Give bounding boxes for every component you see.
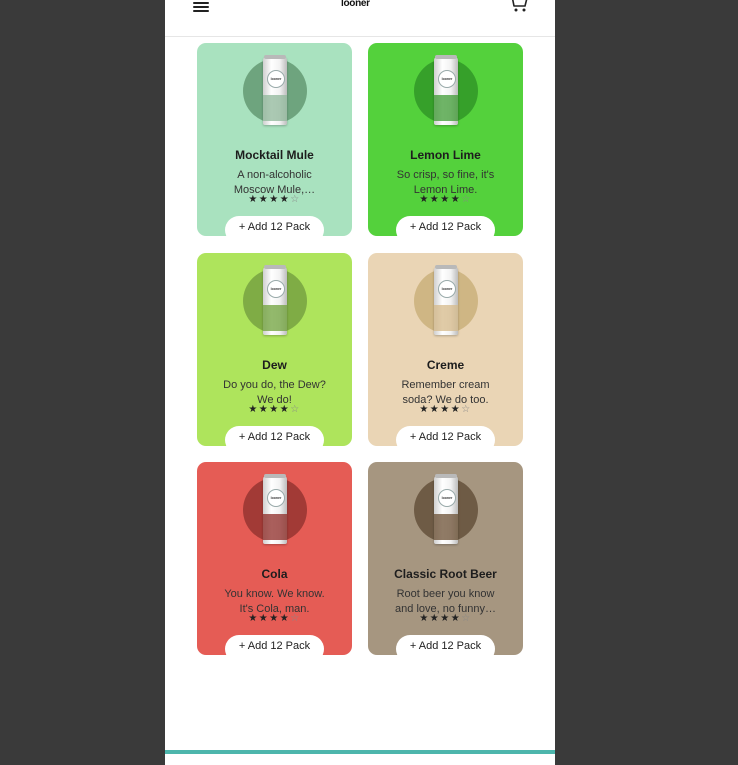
can-logo: looner [438, 70, 456, 88]
can-flavor-band [434, 514, 458, 540]
can-lid [435, 474, 457, 478]
product-name[interactable]: Dew [197, 358, 352, 372]
add-12-pack-button[interactable]: + Add 12 Pack [225, 635, 324, 655]
product-description: So crisp, so fine, it's Lemon Lime. [396, 169, 495, 196]
star-filled-icon: ★ [429, 404, 441, 415]
star-filled-icon: ★ [279, 613, 291, 624]
star-filled-icon: ★ [450, 404, 462, 415]
cart-icon[interactable] [508, 0, 530, 14]
star-filled-icon: ★ [269, 613, 280, 624]
add-12-pack-button[interactable]: + Add 12 Pack [225, 216, 324, 236]
can-flavor-band [263, 95, 287, 121]
star-rating: ★★★★☆ [197, 613, 352, 625]
star-filled-icon: ★ [440, 194, 451, 205]
product-can-image[interactable]: looner [263, 474, 287, 544]
product-can-image[interactable]: looner [434, 265, 458, 335]
product-can-image[interactable]: looner [263, 265, 287, 335]
can-flavor-band [434, 95, 458, 121]
app-screen: looner looner Mocktail Mule A non-alcoholi… [165, 0, 555, 765]
add-12-pack-button[interactable]: + Add 12 Pack [225, 426, 324, 446]
product-name[interactable]: Lemon Lime [368, 148, 523, 162]
star-rating: ★★★★☆ [197, 194, 352, 206]
star-filled-icon: ★ [258, 404, 270, 415]
star-filled-icon: ★ [258, 613, 270, 624]
can-logo: looner [267, 70, 285, 88]
add-12-pack-button[interactable]: + Add 12 Pack [396, 426, 495, 446]
can-lid [435, 265, 457, 269]
bottom-accent-bar [165, 750, 555, 754]
can-logo: looner [438, 489, 456, 507]
product-name[interactable]: Cola [197, 567, 352, 581]
can-logo: looner [267, 280, 285, 298]
star-filled-icon: ★ [258, 194, 270, 205]
star-empty-icon: ☆ [461, 613, 472, 624]
product-can-image[interactable]: looner [434, 55, 458, 125]
star-empty-icon: ☆ [290, 613, 301, 624]
product-name[interactable]: Creme [368, 358, 523, 372]
star-rating: ★★★★☆ [368, 194, 523, 206]
star-filled-icon: ★ [429, 194, 441, 205]
product-card[interactable]: looner Cola You know. We know. It's Cola, … [197, 462, 352, 655]
product-card[interactable]: looner Classic Root Beer Root beer you kno… [368, 462, 523, 655]
product-description: A non-alcoholic Moscow Mule,… [233, 169, 316, 196]
star-filled-icon: ★ [279, 194, 291, 205]
can-lid [264, 265, 286, 269]
product-can-image[interactable]: looner [263, 55, 287, 125]
can-logo: looner [438, 280, 456, 298]
star-filled-icon: ★ [429, 613, 441, 624]
star-rating: ★★★★☆ [368, 404, 523, 416]
product-card[interactable]: looner Lemon Lime So crisp, so fine, it's … [368, 43, 523, 236]
star-empty-icon: ☆ [290, 404, 301, 415]
star-filled-icon: ★ [248, 404, 259, 415]
brand-logo[interactable]: looner [341, 0, 370, 9]
can-flavor-band [263, 514, 287, 540]
star-filled-icon: ★ [440, 613, 451, 624]
product-name[interactable]: Classic Root Beer [368, 567, 523, 581]
product-can-image[interactable]: looner [434, 474, 458, 544]
product-description: Root beer you know and love, no funny… [395, 588, 496, 615]
hamburger-menu-icon[interactable] [193, 2, 209, 12]
star-filled-icon: ★ [450, 194, 462, 205]
can-logo: looner [267, 489, 285, 507]
star-filled-icon: ★ [419, 404, 430, 415]
can-flavor-band [263, 305, 287, 331]
top-header: looner [165, 0, 555, 37]
product-card[interactable]: looner Dew Do you do, the Dew? We do! ★★★★☆… [197, 253, 352, 446]
star-filled-icon: ★ [269, 404, 280, 415]
star-filled-icon: ★ [450, 613, 462, 624]
star-empty-icon: ☆ [461, 404, 472, 415]
star-filled-icon: ★ [419, 194, 430, 205]
star-filled-icon: ★ [440, 404, 451, 415]
product-card[interactable]: looner Creme Remember cream soda? We do to… [368, 253, 523, 446]
can-lid [435, 55, 457, 59]
star-filled-icon: ★ [269, 194, 280, 205]
product-description: Remember cream soda? We do too. [401, 379, 490, 406]
star-empty-icon: ☆ [290, 194, 301, 205]
product-card[interactable]: looner Mocktail Mule A non-alcoholic Mosco… [197, 43, 352, 236]
can-flavor-band [434, 305, 458, 331]
product-description: Do you do, the Dew? We do! [223, 379, 326, 406]
logo-text: looner [341, 0, 370, 9]
can-lid [264, 474, 286, 478]
star-filled-icon: ★ [279, 404, 291, 415]
can-lid [264, 55, 286, 59]
add-12-pack-button[interactable]: + Add 12 Pack [396, 216, 495, 236]
star-filled-icon: ★ [248, 194, 259, 205]
star-filled-icon: ★ [419, 613, 430, 624]
star-rating: ★★★★☆ [368, 613, 523, 625]
star-empty-icon: ☆ [461, 194, 472, 205]
add-12-pack-button[interactable]: + Add 12 Pack [396, 635, 495, 655]
product-name[interactable]: Mocktail Mule [197, 148, 352, 162]
star-rating: ★★★★☆ [197, 404, 352, 416]
star-filled-icon: ★ [248, 613, 259, 624]
product-description: You know. We know. It's Cola, man. [224, 588, 325, 615]
